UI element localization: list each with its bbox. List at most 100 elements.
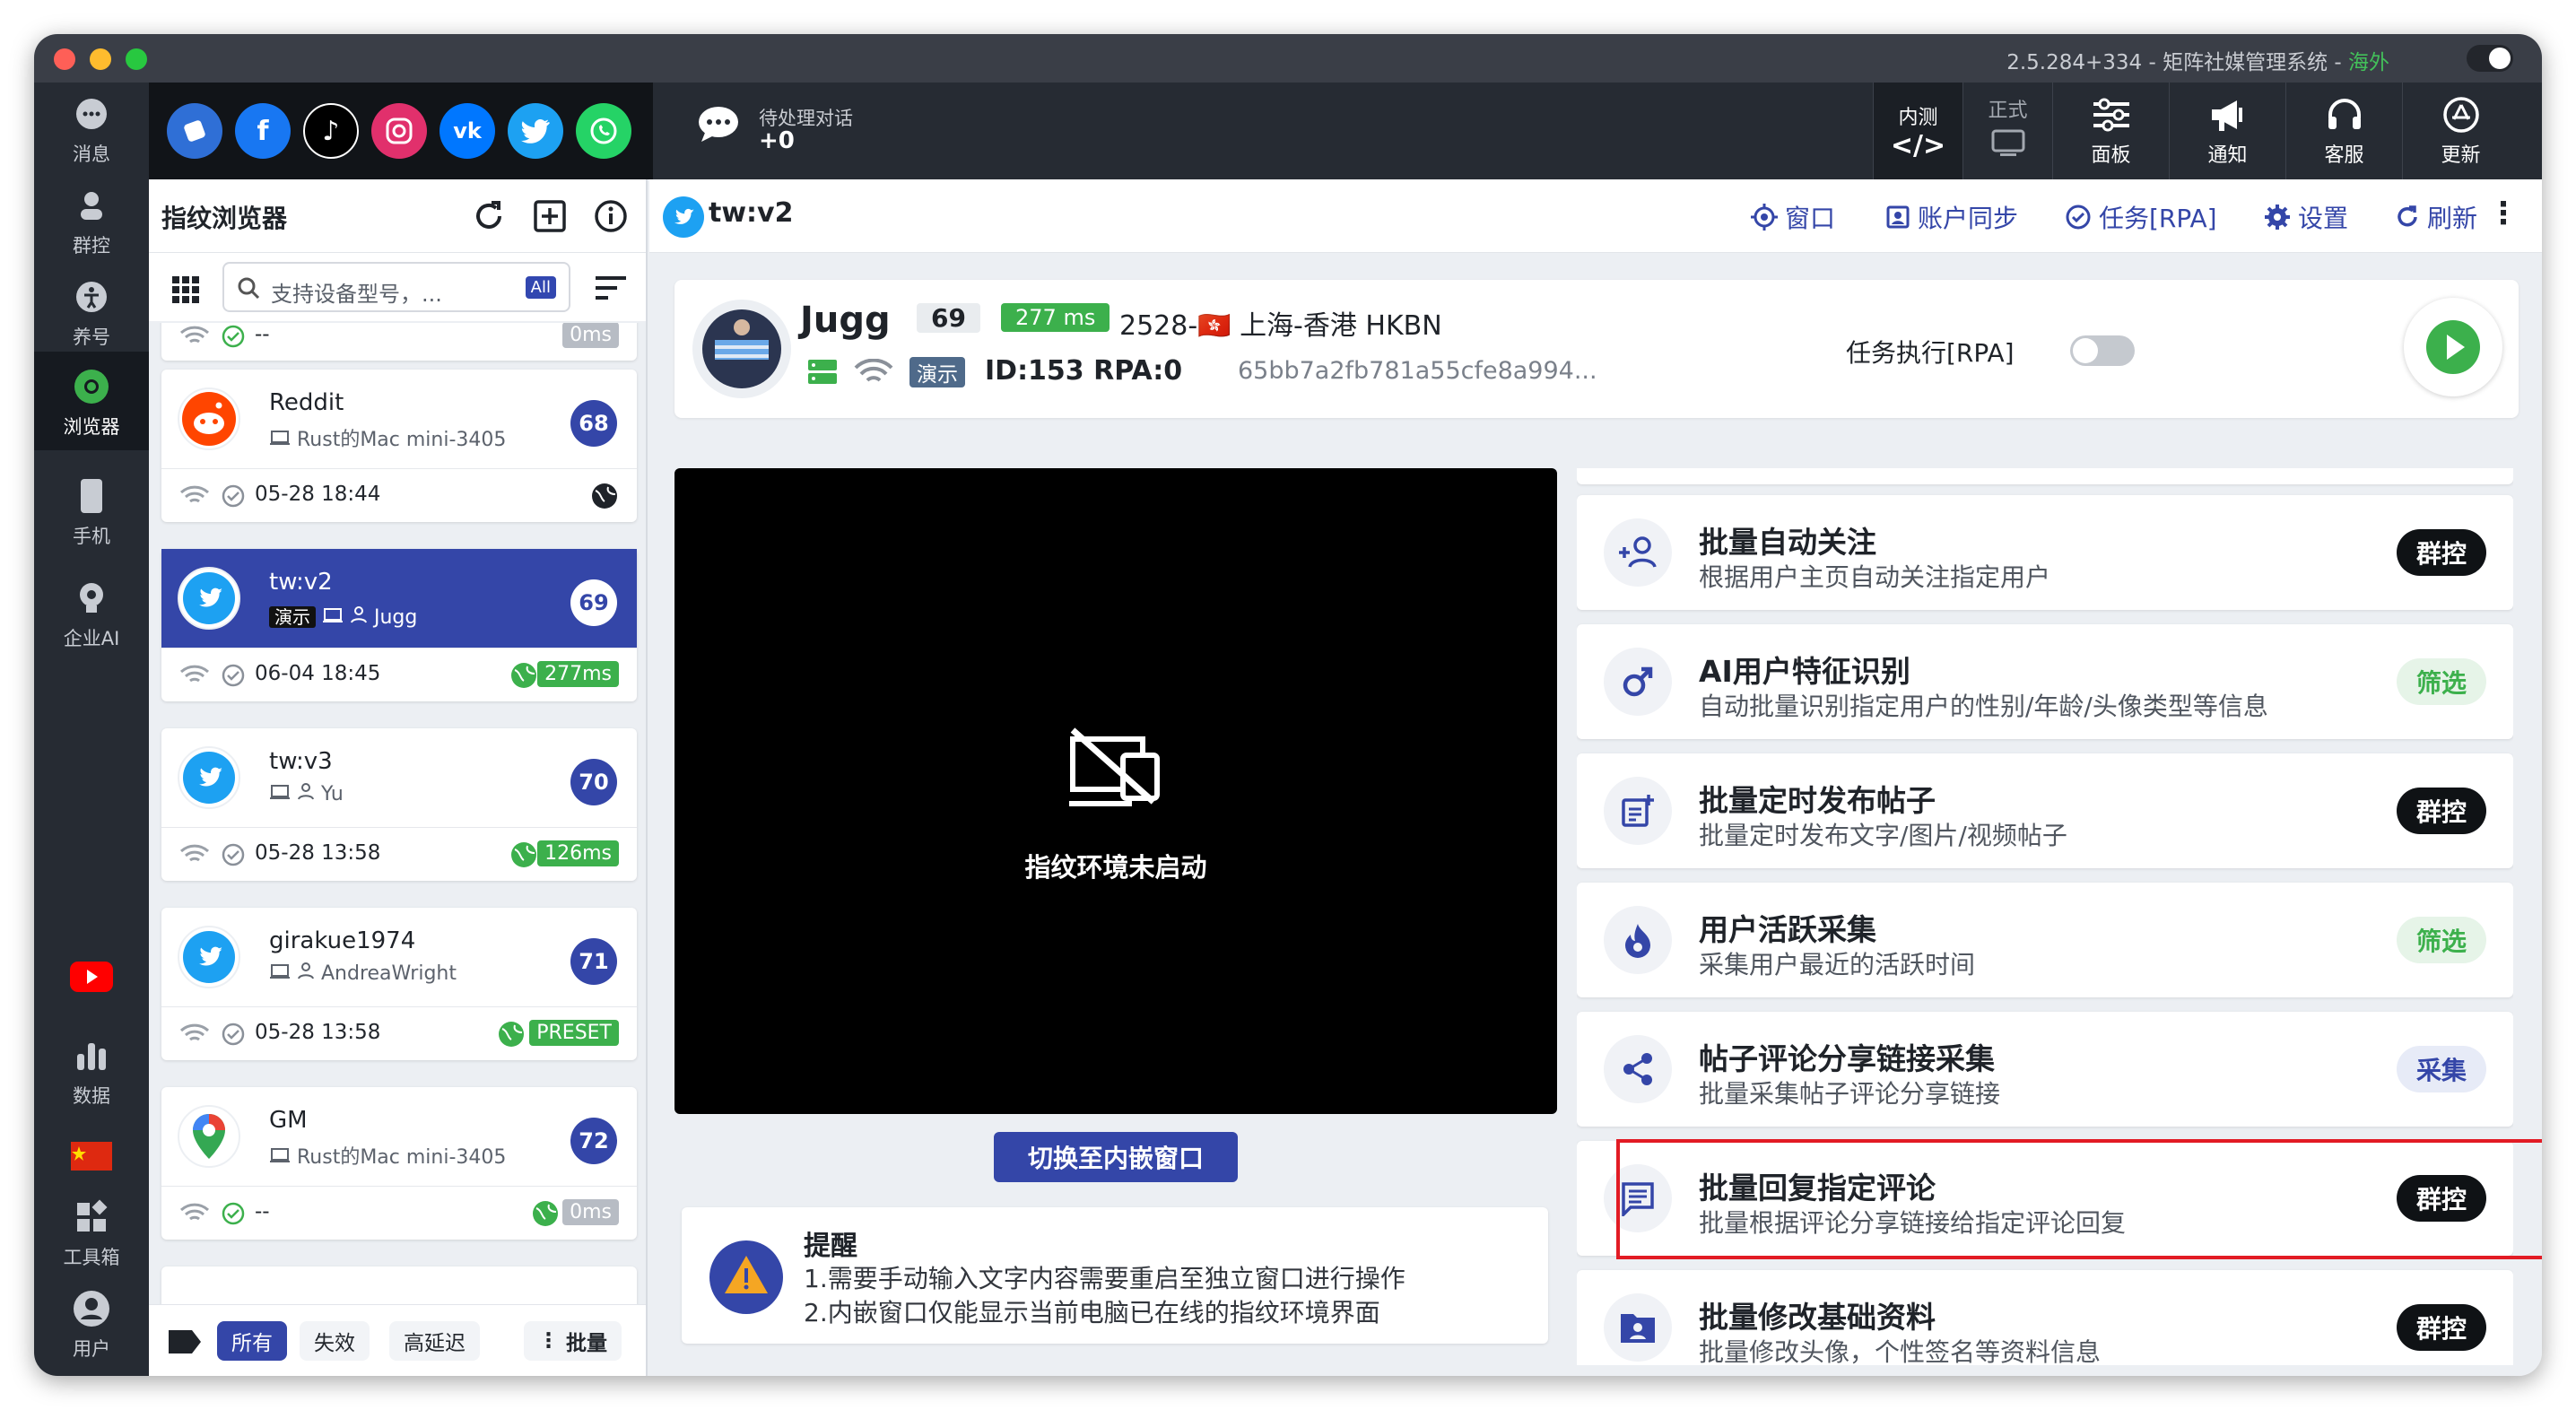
tag-icon[interactable] — [167, 1328, 203, 1355]
task-badge[interactable]: 群控 — [2396, 1175, 2486, 1222]
task-item[interactable]: 批量回复指定评论 批量根据评论分享链接给指定评论回复 群控 — [1577, 1141, 2513, 1256]
settings-link[interactable]: 设置 — [2264, 199, 2348, 235]
wifi-icon — [179, 485, 210, 503]
task-badge[interactable]: 筛选 — [2396, 658, 2486, 705]
maximize-window-button[interactable] — [126, 48, 147, 70]
twitter-icon[interactable] — [508, 103, 563, 159]
wifi-icon — [179, 1023, 210, 1041]
update-button[interactable]: 更新 — [2402, 83, 2519, 179]
minimize-window-button[interactable] — [90, 48, 111, 70]
switch-embed-button[interactable]: 切换至内嵌窗口 — [994, 1132, 1238, 1182]
pending-conversations[interactable]: 待处理对话 +0 — [696, 104, 853, 154]
demo-badge: 演示 — [909, 357, 965, 387]
tiktok-icon[interactable]: ♪ — [303, 103, 359, 159]
refresh-icon[interactable] — [472, 199, 506, 233]
list-item-selected[interactable]: tw:v2 演示 Jugg 69 06-04 18:45 277ms — [161, 549, 637, 701]
check-circle-icon — [222, 325, 245, 348]
globe-icon — [533, 1201, 558, 1226]
rpa-task-link[interactable]: 任务[RPA] — [2065, 199, 2217, 235]
theme-toggle[interactable] — [2467, 45, 2513, 72]
title-bar: 2.5.284+334 - 矩阵社媒管理系统 - 海外 — [34, 34, 2542, 83]
card-date: 05-28 13:58 — [255, 841, 381, 865]
info-icon[interactable] — [594, 199, 628, 233]
server-icon — [808, 360, 837, 384]
account-sync-link[interactable]: 账户同步 — [1885, 199, 2018, 235]
refresh-link[interactable]: 刷新 — [2395, 199, 2477, 235]
task-title: 用户活跃采集 — [1699, 912, 1876, 947]
card-device: AndreaWright — [269, 962, 457, 985]
tbtn-label: 面板 — [2091, 144, 2131, 167]
filter-high-latency-button[interactable]: 高延迟 — [389, 1321, 480, 1361]
beta-env-button[interactable]: 内测 </> — [1873, 83, 1962, 179]
screen-off-icon — [1069, 727, 1160, 806]
card-number-badge: 69 — [570, 579, 617, 626]
notify-button[interactable]: 通知 — [2169, 83, 2285, 179]
nav-enterprise-ai[interactable]: 企业AI — [34, 576, 149, 651]
grid-view-icon[interactable] — [170, 274, 201, 305]
main-panel: tw:v2 窗口 账户同步 任务[RPA] 设置 刷新 ⋮ Jugg 69 27… — [649, 179, 2542, 1376]
browser-preview: 指纹环境未启动 — [674, 468, 1557, 1114]
task-badge[interactable]: 筛选 — [2396, 917, 2486, 963]
more-menu-icon[interactable]: ⋮ — [2488, 196, 2519, 231]
card-name: GM — [269, 1107, 308, 1134]
rpa-toggle[interactable] — [2070, 335, 2135, 366]
reminder-box: 提醒 1.需要手动输入文字内容需要重启至独立窗口进行操作 2.内嵌窗口仅能显示当… — [682, 1207, 1548, 1344]
list-item[interactable]: girakue1974 AndreaWright 71 05-28 13:58 … — [161, 908, 637, 1060]
check-circle-icon — [2066, 205, 2091, 230]
task-item[interactable] — [1577, 468, 2513, 484]
task-badge[interactable]: 群控 — [2396, 788, 2486, 834]
filter-all-button[interactable]: 所有 — [217, 1321, 287, 1361]
nav-browser[interactable]: 浏览器 — [34, 352, 149, 450]
whatsapp-icon[interactable] — [576, 103, 631, 159]
task-badge[interactable]: 群控 — [2396, 529, 2486, 576]
card-device: Yu — [269, 782, 344, 805]
globe-icon — [499, 1022, 524, 1047]
task-item[interactable]: 用户活跃采集 采集用户最近的活跃时间 筛选 — [1577, 883, 2513, 997]
nav-youtube[interactable] — [34, 954, 149, 1003]
task-title: AI用户特征识别 — [1699, 654, 1910, 689]
search-input[interactable]: 支持设备型号，... All — [222, 262, 570, 312]
facebook-icon[interactable]: f — [235, 103, 291, 159]
panel-button[interactable]: 面板 — [2052, 83, 2169, 179]
nav-toolbox[interactable]: 工具箱 — [34, 1195, 149, 1270]
nav-label: 消息 — [73, 144, 110, 165]
vk-icon[interactable]: vk — [439, 103, 495, 159]
share-icon — [1604, 1035, 1672, 1103]
profile-number: 69 — [917, 303, 980, 333]
latency-badge: 0ms — [562, 323, 619, 348]
close-window-button[interactable] — [54, 48, 75, 70]
sort-icon[interactable] — [594, 274, 628, 301]
nav-messages[interactable]: 消息 — [34, 91, 149, 167]
add-profile-icon[interactable] — [533, 199, 567, 233]
task-badge[interactable]: 群控 — [2396, 1304, 2486, 1351]
task-desc: 自动批量识别指定用户的性别/年龄/头像类型等信息 — [1699, 692, 2268, 721]
task-title: 批量定时发布帖子 — [1699, 783, 1936, 818]
list-item[interactable]: -- 0ms — [161, 323, 637, 361]
nav-data[interactable]: 数据 — [34, 1033, 149, 1109]
list-item[interactable]: GM Rust的Mac mini-3405 72 -- 0ms — [161, 1087, 637, 1240]
nav-language[interactable] — [34, 1134, 149, 1182]
start-button[interactable] — [2404, 298, 2502, 396]
task-item[interactable]: 帖子评论分享链接采集 批量采集帖子评论分享链接 采集 — [1577, 1012, 2513, 1127]
task-item[interactable]: 批量修改基础资料 批量修改头像，个性签名等资料信息 群控 — [1577, 1270, 2513, 1365]
instagram-icon[interactable] — [371, 103, 427, 159]
release-env-button[interactable]: 正式 — [1962, 83, 2052, 179]
task-item[interactable]: 批量自动关注 根据用户主页自动关注指定用户 群控 — [1577, 495, 2513, 610]
nav-account-nurture[interactable]: 养号 — [34, 274, 149, 350]
support-button[interactable]: 客服 — [2285, 83, 2402, 179]
list-item[interactable]: Reddit Rust的Mac mini-3405 68 05-28 18:44 — [161, 370, 637, 522]
filter-invalid-button[interactable]: 失效 — [300, 1321, 370, 1361]
list-item[interactable]: tw:v3 Yu 70 05-28 13:58 126ms — [161, 728, 637, 881]
nav-user[interactable]: 用户 — [34, 1286, 149, 1362]
nav-phone[interactable]: 手机 — [34, 474, 149, 549]
nav-group-control[interactable]: 群控 — [34, 183, 149, 258]
task-item[interactable]: 批量定时发布帖子 批量定时发布文字/图片/视频帖子 群控 — [1577, 753, 2513, 868]
batch-button[interactable]: ⋮ 批量 — [524, 1321, 622, 1361]
avatar — [692, 300, 791, 398]
profile-folder-icon — [1604, 1293, 1672, 1362]
task-item[interactable]: AI用户特征识别 自动批量识别指定用户的性别/年龄/头像类型等信息 筛选 — [1577, 624, 2513, 739]
search-scope-badge[interactable]: All — [525, 276, 556, 299]
multi-account-icon[interactable] — [167, 103, 222, 159]
window-link[interactable]: 窗口 — [1751, 199, 1835, 235]
task-badge[interactable]: 采集 — [2396, 1046, 2486, 1092]
